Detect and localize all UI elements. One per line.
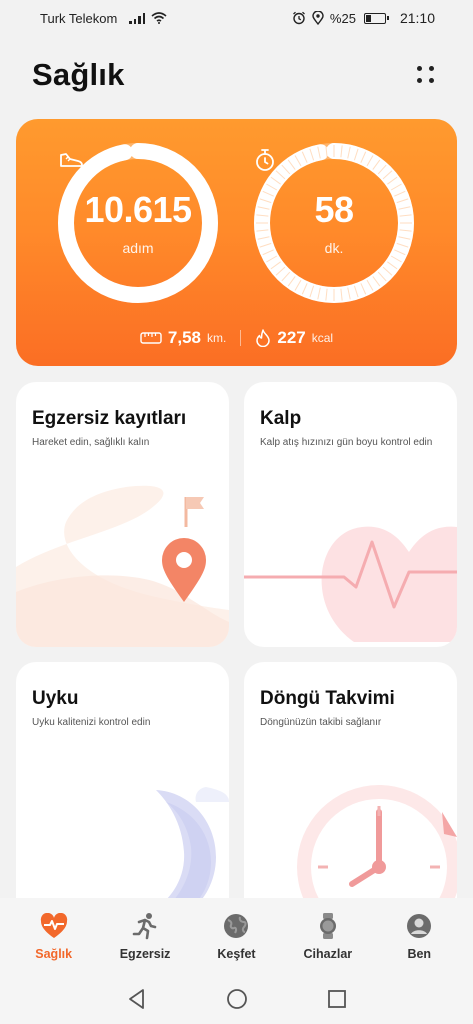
cycle-calendar-card[interactable]: Döngü Takvimi Döngünüzün takibi sağlanır bbox=[244, 662, 457, 922]
nav-item-health[interactable]: Sağlık bbox=[9, 912, 99, 961]
signal-icon bbox=[129, 12, 146, 24]
profile-icon bbox=[405, 912, 433, 940]
minutes-ring: 58 dk. bbox=[254, 143, 414, 303]
sleep-title: Uyku bbox=[32, 688, 79, 709]
status-bar: Turk Telekom %25 21:10 bbox=[0, 0, 473, 36]
activity-footer: 7,58 km. 227 kcal bbox=[16, 326, 457, 350]
stopwatch-icon bbox=[256, 149, 274, 171]
nav-label-profile: Ben bbox=[407, 946, 432, 961]
distance-value: 7,58 bbox=[167, 328, 202, 347]
calories-unit: kcal bbox=[311, 331, 334, 345]
dots-grid-icon[interactable] bbox=[411, 60, 441, 90]
calories-value: 227 bbox=[277, 328, 306, 347]
nav-label-exercise: Egzersiz bbox=[119, 946, 171, 961]
heart-card[interactable]: Kalp Kalp atış hızınızı gün boyu kontrol… bbox=[244, 382, 457, 647]
nav-label-health: Sağlık bbox=[35, 946, 73, 961]
home-icon[interactable] bbox=[223, 985, 251, 1013]
shoe-icon bbox=[60, 153, 83, 167]
carrier-label: Turk Telekom bbox=[40, 10, 118, 26]
nav-label-explore: Keşfet bbox=[217, 946, 256, 961]
clock: 21:10 bbox=[399, 10, 435, 26]
sleep-card[interactable]: Uyku Uyku kalitenizi kontrol edin bbox=[16, 662, 229, 922]
recents-icon[interactable] bbox=[323, 985, 351, 1013]
wifi-icon bbox=[151, 12, 167, 24]
minutes-unit: dk. bbox=[324, 240, 344, 256]
location-icon bbox=[312, 11, 324, 25]
nav-item-exercise[interactable]: Egzersiz bbox=[100, 912, 190, 961]
cycle-calendar-subtitle: Döngünüzün takibi sağlanır bbox=[260, 717, 382, 728]
minutes-value: 58 bbox=[314, 189, 354, 230]
exercise-records-title: Egzersiz kayıtları bbox=[32, 408, 187, 429]
steps-value: 10.615 bbox=[84, 189, 192, 230]
ruler-icon bbox=[140, 332, 162, 344]
cycle-calendar-title: Döngü Takvimi bbox=[260, 688, 395, 709]
runner-icon bbox=[131, 912, 159, 940]
status-right: %25 21:10 bbox=[292, 10, 435, 26]
heart-pulse-icon bbox=[40, 912, 68, 940]
distance-stat: 7,58 km. bbox=[140, 328, 226, 348]
nav-item-explore[interactable]: Keşfet bbox=[191, 912, 281, 961]
watch-icon bbox=[314, 912, 342, 940]
bottom-navigation: Sağlık Egzersiz Keşfet Cihazlar Ben bbox=[0, 898, 473, 974]
header: Sağlık bbox=[32, 50, 441, 100]
heart-subtitle: Kalp atış hızınızı gün boyu kontrol edin bbox=[260, 437, 433, 448]
nav-item-devices[interactable]: Cihazlar bbox=[283, 912, 373, 961]
battery-icon bbox=[363, 12, 389, 24]
exercise-records-card[interactable]: Egzersiz kayıtları Hareket edin, sağlıkl… bbox=[16, 382, 229, 647]
page-title: Sağlık bbox=[32, 57, 125, 92]
footer-divider bbox=[240, 330, 242, 346]
sleep-subtitle: Uyku kalitenizi kontrol edin bbox=[32, 717, 151, 728]
calories-stat: 227 kcal bbox=[255, 328, 333, 348]
nav-label-devices: Cihazlar bbox=[303, 946, 353, 961]
activity-summary-card[interactable]: 10.615 adım 58 dk. 7,58 km. 227 kcal bbox=[16, 119, 457, 366]
globe-icon bbox=[222, 912, 250, 940]
status-left: Turk Telekom bbox=[40, 11, 167, 26]
system-navigation-bar bbox=[0, 974, 473, 1024]
steps-unit: adım bbox=[122, 240, 154, 256]
back-icon[interactable] bbox=[123, 985, 151, 1013]
exercise-records-subtitle: Hareket edin, sağlıklı kalın bbox=[32, 437, 150, 448]
distance-unit: km. bbox=[207, 331, 227, 345]
steps-ring: 10.615 adım bbox=[58, 143, 218, 303]
heart-title: Kalp bbox=[260, 408, 302, 429]
flame-icon bbox=[256, 329, 271, 347]
alarm-icon bbox=[292, 11, 305, 25]
nav-item-profile[interactable]: Ben bbox=[374, 912, 464, 961]
battery-percent: %25 bbox=[329, 10, 356, 26]
